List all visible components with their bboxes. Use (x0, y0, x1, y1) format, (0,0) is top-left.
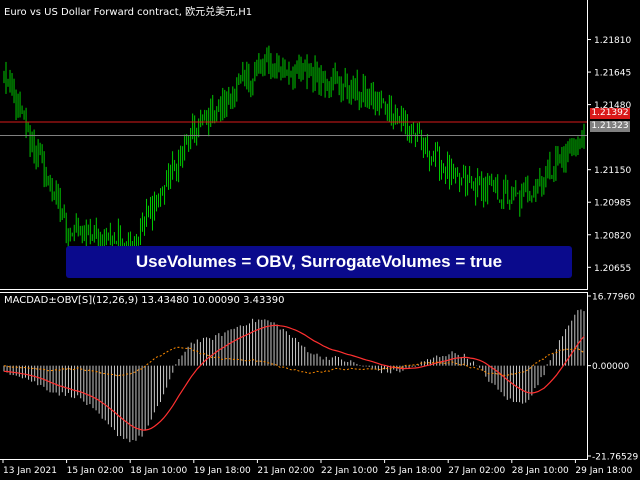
current-price-tag: 1.21323 (590, 121, 630, 132)
price-tick-label: 1.21645 (594, 69, 631, 79)
signal-line (3, 324, 585, 431)
indicator-tick-label: 0.00000 (592, 362, 629, 372)
chart-window[interactable]: 1.21810 1.21645 1.21480 1.21150 1.20985 1.208… (0, 0, 640, 480)
price-tick-label: 1.20985 (594, 199, 631, 209)
time-tick-label: 21 Jan 02:00 (257, 466, 314, 476)
time-tick-label: 13 Jan 2021 (3, 466, 57, 476)
time-tick-label: 22 Jan 10:00 (321, 466, 378, 476)
time-tick-label: 29 Jan 18:00 (575, 466, 632, 476)
time-tick-label: 28 Jan 10:00 (512, 466, 569, 476)
indicator-chart[interactable] (0, 292, 588, 460)
banner-text: UseVolumes = OBV, SurrogateVolumes = tru… (135, 252, 503, 271)
time-tick-label: 18 Jan 10:00 (130, 466, 187, 476)
symbol-title: Euro vs US Dollar Forward contract, 欧元兑美… (4, 7, 253, 18)
indicator-title: MACDAD±OBV[S](12,26,9) 13.43480 10.00090… (4, 295, 285, 306)
indicator-tick-label: 16.77960 (592, 293, 635, 303)
price-axis[interactable]: 1.218101.216451.214801.211501.209851.208… (588, 0, 640, 290)
indicator-axis[interactable]: 16.77960 0.00000 -21.76529 (588, 292, 640, 460)
price-tick-label: 1.21810 (594, 36, 631, 46)
time-tick-label: 19 Jan 18:00 (194, 466, 251, 476)
time-tick-label: 27 Jan 02:00 (448, 466, 505, 476)
indicator-tick-label: -21.76529 (592, 453, 638, 461)
time-tick-label: 15 Jan 02:00 (67, 466, 124, 476)
time-tick-label: 25 Jan 18:00 (385, 466, 442, 476)
settings-banner: UseVolumes = OBV, SurrogateVolumes = tru… (66, 246, 572, 278)
time-axis[interactable]: 13 Jan 2021 15 Jan 02:00 18 Jan 10:00 19 Ja… (0, 460, 640, 480)
price-tick-label: 1.21150 (594, 166, 631, 176)
candles (3, 45, 585, 265)
bid-price-tag: 1.21392 (590, 108, 630, 119)
price-tick-label: 1.20655 (594, 264, 631, 274)
price-tick-label: 1.20820 (594, 231, 631, 241)
